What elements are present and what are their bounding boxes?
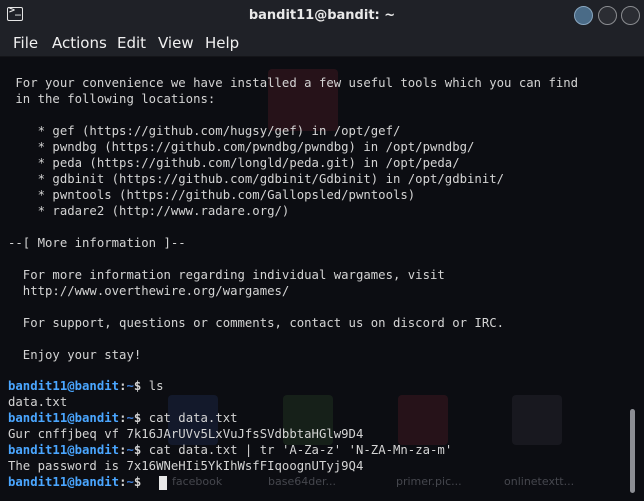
motd-line: For support, questions or comments, cont… (8, 316, 505, 330)
desktop-ghost-icon (398, 395, 448, 445)
desktop-ghost-label: facebook (172, 475, 223, 488)
prompt-user: bandit11@bandit (8, 379, 120, 393)
prompt-line: bandit11@bandit:~$ ls (8, 378, 164, 394)
terminal-window: >_ bandit11@bandit: ~ File Actions Edit … (0, 0, 644, 501)
menu-edit[interactable]: Edit (117, 32, 146, 54)
prompt-user: bandit11@bandit (8, 443, 120, 457)
motd-line: * pwndbg (https://github.com/pwndbg/pwnd… (8, 140, 475, 154)
motd-line: * peda (https://github.com/longld/peda.g… (8, 156, 460, 170)
prompt-user: bandit11@bandit (8, 411, 120, 425)
motd-line: in the following locations: (8, 92, 216, 106)
command-output: data.txt (8, 395, 68, 409)
motd-line: * gef (https://github.com/hugsy/gef) in … (8, 124, 401, 138)
motd-line: For your convenience we have installed a… (8, 76, 579, 90)
terminal-output[interactable]: facebook base64der... primer.pic... onli… (0, 57, 644, 501)
desktop-ghost-label: base64der... (268, 475, 336, 488)
prompt-line: bandit11@bandit:~$ cat data.txt (8, 410, 238, 426)
motd-line: * radare2 (http://www.radare.org/) (8, 204, 290, 218)
prompt-line: bandit11@bandit:~$ cat data.txt | tr 'A-… (8, 442, 452, 458)
motd-line: http://www.overthewire.org/wargames/ (8, 284, 290, 298)
window-title: bandit11@bandit: ~ (248, 8, 396, 23)
menu-file[interactable]: File (13, 32, 38, 54)
motd-line: --[ More information ]-- (8, 236, 186, 250)
motd-line: * gdbinit (https://github.com/gdbinit/Gd… (8, 172, 505, 186)
command-text: ls (148, 379, 164, 393)
prompt-path: ~ (126, 443, 134, 457)
command-output: Gur cnffjbeq vf 7k16JArUVv5LxVuJfsSVdbbt… (8, 427, 364, 441)
close-button[interactable] (621, 6, 640, 25)
motd-line: For more information regarding individua… (8, 268, 445, 282)
command-text: cat data.txt (148, 411, 238, 425)
maximize-button[interactable] (598, 6, 617, 25)
prompt-path: ~ (126, 379, 134, 393)
prompt-line: bandit11@bandit:~$ (8, 474, 149, 490)
scrollbar-thumb[interactable] (630, 409, 635, 493)
menu-bar: File Actions Edit View Help (0, 32, 644, 57)
prompt-user: bandit11@bandit (8, 475, 120, 489)
prompt-symbol: $ (133, 475, 149, 489)
title-bar[interactable]: >_ bandit11@bandit: ~ (0, 0, 644, 32)
desktop-ghost-label: onlinetextt... (504, 475, 575, 488)
text-cursor (159, 476, 167, 490)
prompt-symbol: $ (133, 443, 149, 457)
command-text: cat data.txt | tr 'A-Za-z' 'N-ZA-Mn-za-m… (148, 443, 453, 457)
desktop-ghost-label: primer.pic... (396, 475, 462, 488)
prompt-path: ~ (126, 475, 134, 489)
menu-view[interactable]: View (158, 32, 194, 54)
desktop-ghost-icon (512, 395, 562, 445)
command-output: The password is 7x16WNeHIi5YkIhWsfFIqoog… (8, 459, 364, 473)
prompt-symbol: $ (133, 379, 149, 393)
prompt-path: ~ (126, 411, 134, 425)
menu-actions[interactable]: Actions (52, 32, 107, 54)
motd-line: Enjoy your stay! (8, 348, 142, 362)
minimize-button[interactable] (574, 6, 593, 25)
menu-help[interactable]: Help (205, 32, 239, 54)
motd-line: * pwntools (https://github.com/Gallopsle… (8, 188, 416, 202)
prompt-symbol: $ (133, 411, 149, 425)
